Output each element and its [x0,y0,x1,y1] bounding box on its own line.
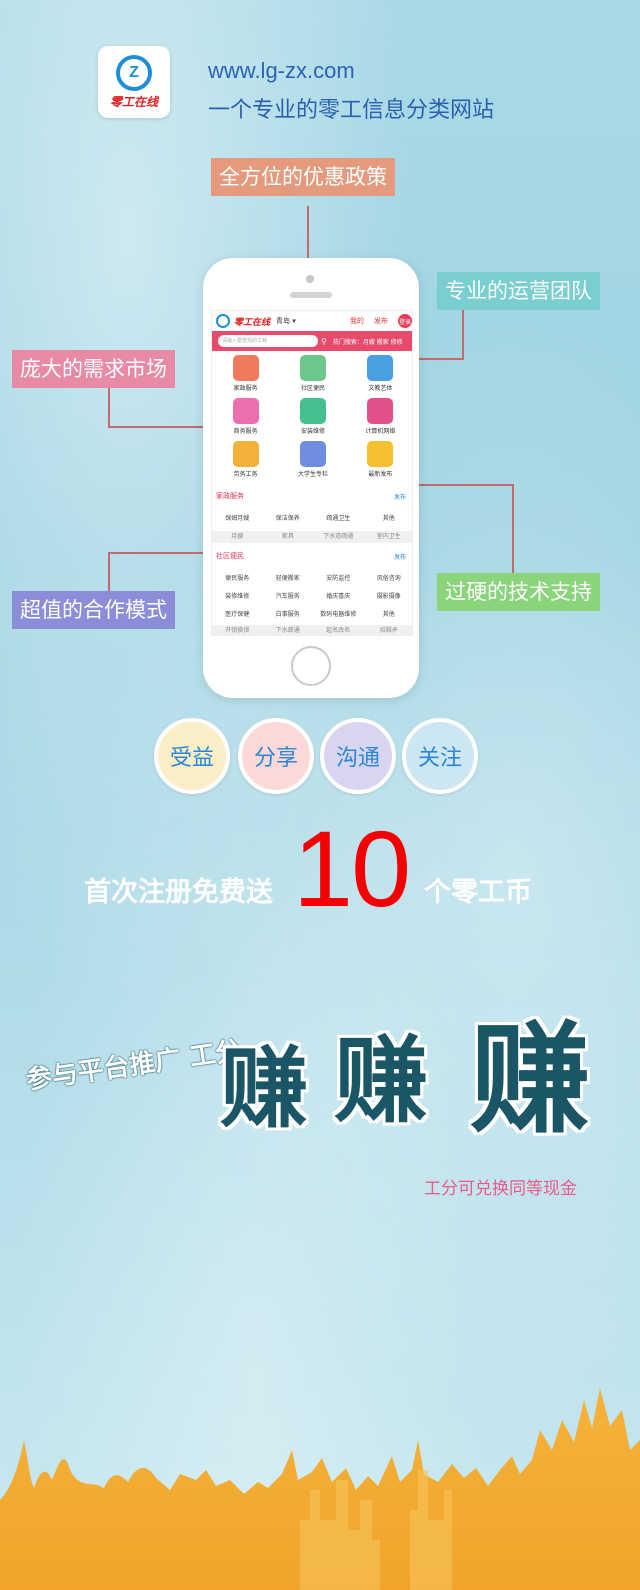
bubble-follow: 关注 [402,718,478,794]
screen-search-bar: 请输入要查找的工种 ⚲ 热门搜索：月嫂 搬家 修修 [212,331,412,351]
list-row: 保姆月嫂 保洁保养 疏通卫生 其他 [225,515,395,522]
connector-line [418,484,514,486]
register-promo-number: 10 [293,808,411,929]
connector-line [108,426,206,428]
connector-line [512,484,514,574]
computer-icon [367,398,394,424]
category-item[interactable]: 文教艺体 [347,355,412,392]
phone-screen: 零工在线 青岛 ▾ 我的 发布 登录 请输入要查找的工种 ⚲ 热门搜索：月嫂 搬… [211,310,413,636]
category-item[interactable]: 最新发布 [347,441,412,478]
crowd-silhouette [0,1388,640,1590]
bubble-benefit: 受益 [154,718,230,794]
list-row: 月嫂 家具 下水道疏通 室内卫生 [212,531,412,543]
phone-speaker [290,292,332,298]
section-title: 社区便民 [216,552,244,560]
screen-logo[interactable]: 零工在线 [234,315,270,328]
phone-camera [306,275,314,283]
screen-category-grid: 家政服务 社区便民 文教艺体 商务服务 安装维修 计算机网络 劳务工务 大学生专… [212,355,412,478]
screen-logo-icon [216,314,230,328]
callout-tech: 过硬的技术支持 [437,573,600,611]
connector-line [462,308,464,360]
connector-line [108,552,110,592]
site-tagline: 一个专业的零工信息分类网站 [208,98,495,123]
education-icon [367,355,394,381]
screen-topbar: 零工在线 青岛 ▾ 我的 发布 登录 [212,311,412,331]
logo-text: 零工在线 [109,94,158,109]
screen-link-login[interactable]: 登录 [398,314,412,328]
repair-icon [299,398,326,424]
logo[interactable]: Z 零工在线 [98,46,170,118]
community-icon [299,355,326,381]
phone-home-button [291,646,331,686]
section-title: 家政服务 [216,492,244,500]
earn-word: 赚 [470,1011,590,1150]
category-item[interactable]: 家政服务 [212,355,279,392]
exchange-note: 工分可兑换同等现金 [424,1179,577,1199]
connector-line [307,206,309,262]
screen-link-publish[interactable]: 发布 [374,316,388,326]
earn-caption: 参与平台推广 工分 [24,1035,244,1096]
connector-line [108,388,110,428]
section-publish-link[interactable]: 发布 [394,492,406,501]
section-publish-link[interactable]: 发布 [394,552,406,561]
site-url[interactable]: www.lg-zx.com [208,58,355,84]
category-item[interactable]: 商务服务 [212,398,279,435]
latest-icon [367,441,394,467]
category-item[interactable]: 大学生专栏 [279,441,346,478]
bubble-communicate: 沟通 [320,718,396,794]
category-item[interactable]: 劳务工务 [212,441,279,478]
list-row: 便民服务 轻便搬家 安防监控 风俗咨询 [225,575,401,582]
logo-mark-icon: Z [116,54,152,91]
student-icon [299,441,326,467]
register-promo-left: 首次注册免费送 [84,877,273,908]
register-promo-right: 个零工币 [424,877,532,908]
category-item[interactable]: 安装维修 [279,398,346,435]
earn-word: 赚 [334,1027,429,1136]
list-row: 医疗保健 白事服务 数码电器维修 其他 [225,611,395,618]
screen-hot-search: 热门搜索：月嫂 搬家 修修 [332,338,403,346]
list-row: 装修维修 汽车服务 婚庆喜庆 摄影摄像 [225,593,401,600]
earn-word: 赚 [220,1037,309,1140]
screen-city-select[interactable]: 青岛 ▾ [276,316,296,326]
category-item[interactable]: 社区便民 [279,355,346,392]
callout-team: 专业的运营团队 [437,272,600,310]
callout-coop: 超值的合作模式 [12,591,175,629]
screen-link-mine[interactable]: 我的 [350,316,364,326]
bubble-share: 分享 [238,718,314,794]
callout-market: 庞大的需求市场 [12,350,175,388]
category-item[interactable]: 计算机网络 [347,398,412,435]
list-row: 开锁换锁 下水疏通 起名改名 招贼矛 [212,625,412,635]
screen-search-input[interactable]: 请输入要查找的工种 [218,335,318,347]
labor-icon [232,441,259,467]
connector-line [108,552,206,554]
search-icon[interactable]: ⚲ [321,337,327,346]
housekeeping-icon [232,355,259,381]
screen-links: 我的 发布 登录 [350,314,412,328]
callout-policy: 全方位的优惠政策 [211,158,395,196]
business-icon [232,398,259,424]
connector-line [418,358,464,360]
